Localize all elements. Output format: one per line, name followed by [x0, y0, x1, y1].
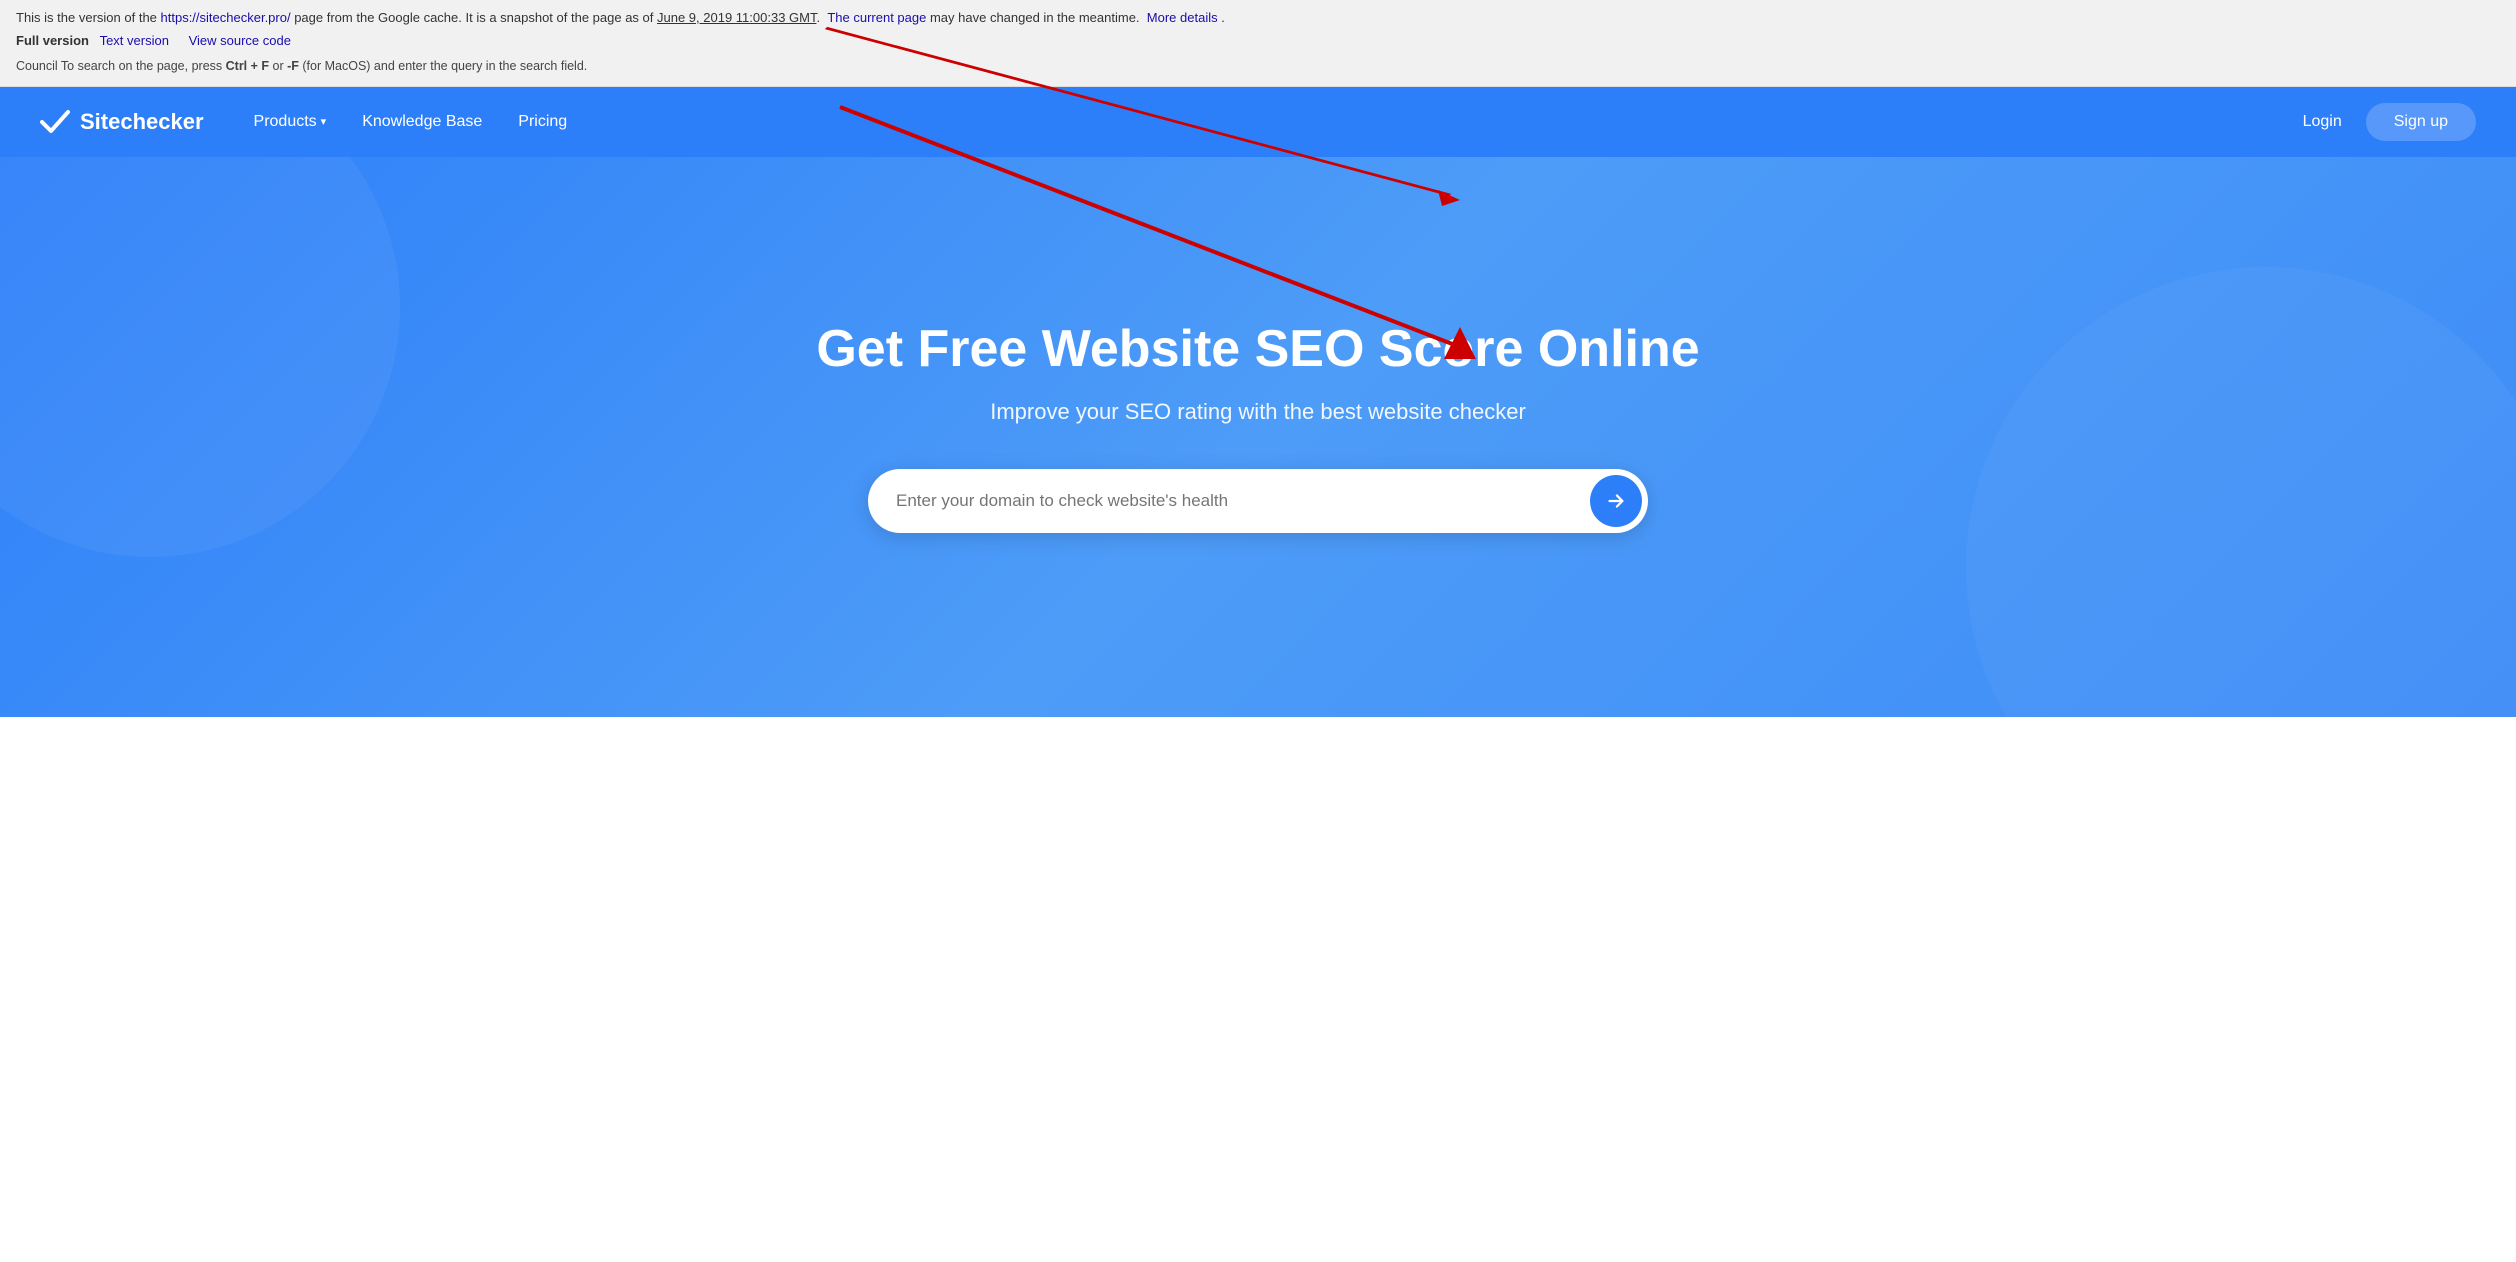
- chevron-down-icon: ▾: [321, 115, 327, 128]
- search-bar: [868, 469, 1648, 533]
- search-button[interactable]: [1590, 475, 1642, 527]
- login-link[interactable]: Login: [2303, 113, 2342, 131]
- tip-suffix: (for MacOS) and enter the query in the s…: [299, 59, 587, 73]
- cache-prefix: This is the version of the: [16, 10, 161, 25]
- nav-pricing-label: Pricing: [518, 113, 567, 131]
- nav-item-products[interactable]: Products ▾: [254, 113, 327, 131]
- brand-name: Sitechecker: [80, 109, 204, 135]
- brand-logo[interactable]: Sitechecker: [40, 107, 204, 137]
- search-input[interactable]: [896, 491, 1590, 511]
- snapshot-date: June 9, 2019 11:00:33 GMT: [657, 10, 816, 25]
- more-details-link[interactable]: More details: [1147, 10, 1218, 25]
- nav-knowledge-label: Knowledge Base: [362, 113, 482, 131]
- nav-item-pricing[interactable]: Pricing: [518, 113, 567, 131]
- site-url-link[interactable]: https://sitechecker.pro/: [161, 10, 291, 25]
- or-text: or: [269, 59, 287, 73]
- cache-banner: This is the version of the https://sitec…: [0, 0, 2516, 87]
- cache-end: may have changed in the meantime.: [926, 10, 1139, 25]
- hero-subtitle: Improve your SEO rating with the best we…: [990, 399, 1526, 425]
- signup-button[interactable]: Sign up: [2366, 103, 2476, 141]
- current-page-link[interactable]: The current page: [827, 10, 926, 25]
- text-version-link[interactable]: Text version: [100, 33, 169, 48]
- tip-text: Council To search on the page, press: [16, 59, 226, 73]
- shortcut-f: -F: [287, 59, 299, 73]
- cache-middle: page from the Google cache. It is a snap…: [291, 10, 657, 25]
- nav-right: Login Sign up: [2303, 103, 2476, 141]
- shortcut-ctrl-f: Ctrl + F: [226, 59, 269, 73]
- cache-dot: .: [816, 10, 820, 25]
- view-source-link[interactable]: View source code: [189, 33, 291, 48]
- hero-section: Get Free Website SEO Score Online Improv…: [0, 157, 2516, 717]
- nav-item-knowledge-base[interactable]: Knowledge Base: [362, 113, 482, 131]
- nav-links: Products ▾ Knowledge Base Pricing: [254, 113, 2303, 131]
- full-version-label: Full version: [16, 33, 89, 48]
- hero-title: Get Free Website SEO Score Online: [816, 320, 1699, 380]
- brand-icon: [40, 107, 70, 137]
- nav-products-label: Products: [254, 113, 317, 131]
- navbar: Sitechecker Products ▾ Knowledge Base Pr…: [0, 87, 2516, 157]
- arrow-right-icon: [1605, 490, 1627, 512]
